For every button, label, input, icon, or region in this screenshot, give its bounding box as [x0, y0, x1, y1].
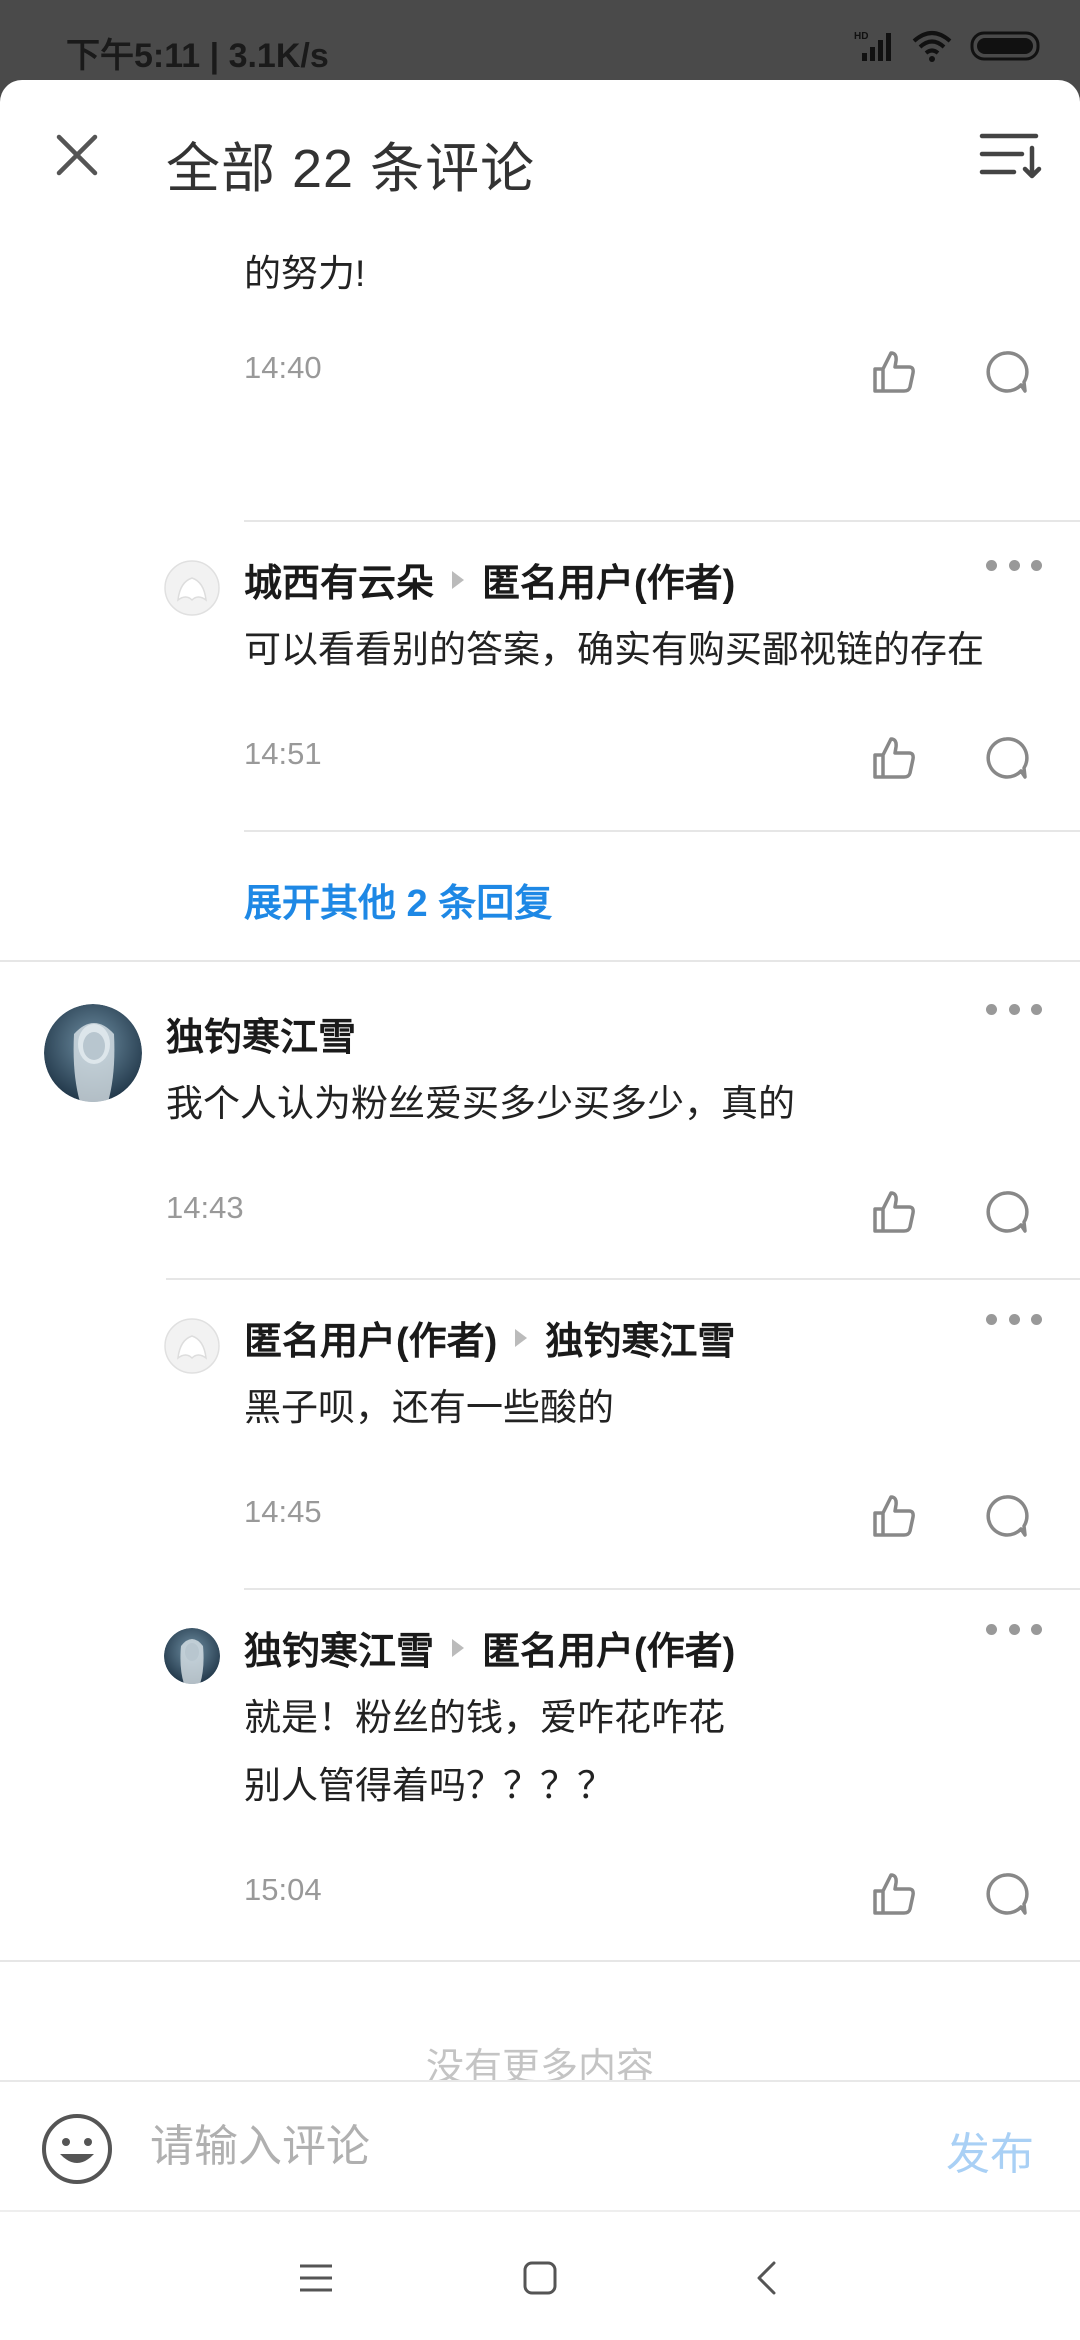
like-button[interactable] [866, 1866, 922, 1922]
author-name[interactable]: 匿名用户(作者) [244, 1310, 497, 1365]
reply-button[interactable] [978, 344, 1034, 400]
publish-button[interactable]: 发布 [946, 2118, 1034, 2182]
section-divider [0, 960, 1080, 962]
like-button[interactable] [866, 1184, 922, 1240]
comments-sheet: 全部 22 条评论 的努力! 14:40 城西有云朵 匿名用户(作者) 可以看看… [0, 80, 1080, 2340]
more-button[interactable] [986, 1614, 1042, 1644]
reply-to-name[interactable]: 匿名用户(作者) [482, 1620, 735, 1675]
author-name[interactable]: 城西有云朵 [244, 552, 434, 607]
comment-bubble-icon [986, 351, 1029, 393]
divider [244, 520, 1080, 522]
svg-text:HD: HD [854, 31, 868, 42]
comment-text: 的努力! [244, 253, 366, 294]
back-chevron-icon [757, 2261, 776, 2295]
status-icons: HD [854, 26, 1044, 66]
page-title: 全部 22 条评论 [166, 139, 536, 199]
back-button[interactable] [736, 2248, 796, 2308]
reply-button[interactable] [978, 1184, 1034, 1240]
thumbs-up-icon [873, 351, 915, 393]
comment-author: 匿名用户(作者) 独钓寒江雪 [244, 1310, 735, 1365]
more-button[interactable] [986, 994, 1042, 1024]
status-bar: 下午5:11 | 3.1K/s HD [0, 0, 1080, 80]
battery-icon [970, 31, 1040, 61]
comment-time: 14:43 [166, 1190, 244, 1225]
reply-arrow-icon [452, 570, 465, 589]
sheet-header: 全部 22 条评论 [0, 80, 1080, 230]
system-nav-bar [0, 2210, 1080, 2340]
section-divider [0, 1960, 1080, 1962]
comment-bubble-icon [986, 737, 1029, 779]
thumbs-up-icon [873, 737, 915, 779]
reply-button[interactable] [978, 1866, 1034, 1922]
sort-icon [979, 133, 1042, 179]
home-button[interactable] [510, 2248, 570, 2308]
thumbs-up-icon [873, 1873, 915, 1915]
comment-text: 黑子呗，还有一些酸的 [244, 1387, 614, 1428]
reply-arrow-icon [452, 1638, 465, 1657]
comment-bubble-icon [986, 1495, 1029, 1537]
status-time: 下午5:11 | 3.1K/s [66, 37, 329, 75]
comment-author: 独钓寒江雪 匿名用户(作者) [244, 1620, 735, 1675]
comment-text-line: 就是！粉丝的钱，爱咋花咋花 [244, 1697, 725, 1738]
user-avatar-icon [164, 1628, 220, 1684]
comment-text: 可以看看别的答案，确实有购买鄙视链的存在 [244, 629, 984, 670]
comment-bubble-icon [986, 1191, 1029, 1233]
comment-time: 14:40 [244, 350, 322, 385]
menu-icon [300, 2264, 332, 2292]
user-avatar-icon [44, 1004, 142, 1102]
comment-author: 独钓寒江雪 [166, 1006, 356, 1061]
avatar[interactable] [44, 1004, 142, 1102]
reply-button[interactable] [978, 1488, 1034, 1544]
expand-replies-link[interactable]: 展开其他 2 条回复 [244, 872, 552, 927]
emoji-icon [42, 2114, 112, 2184]
close-button[interactable] [50, 128, 104, 182]
author-name[interactable]: 独钓寒江雪 [244, 1620, 434, 1675]
anonymous-avatar-icon [164, 1318, 220, 1374]
like-button[interactable] [866, 344, 922, 400]
divider [166, 1278, 1080, 1280]
divider [244, 1588, 1080, 1590]
comment-author: 城西有云朵 匿名用户(作者) [244, 552, 735, 607]
like-button[interactable] [866, 730, 922, 786]
author-name[interactable]: 独钓寒江雪 [166, 1006, 356, 1061]
comment-input-bar: 发布 [0, 2080, 1080, 2210]
signal-icon: HD [854, 31, 891, 61]
thumbs-up-icon [873, 1191, 915, 1233]
reply-button[interactable] [978, 730, 1034, 786]
comment-text: 我个人认为粉丝爱买多少买多少，真的 [166, 1083, 795, 1124]
comments-list[interactable]: 的努力! 14:40 城西有云朵 匿名用户(作者) 可以看看别的答案，确实有购买… [0, 230, 1080, 2160]
like-button[interactable] [866, 1488, 922, 1544]
avatar[interactable] [164, 1628, 220, 1684]
more-button[interactable] [986, 550, 1042, 580]
avatar[interactable] [164, 1318, 220, 1374]
comment-time: 14:45 [244, 1494, 322, 1529]
reply-arrow-icon [515, 1328, 528, 1347]
more-button[interactable] [986, 1304, 1042, 1334]
home-square-icon [523, 2261, 557, 2295]
reply-to-name[interactable]: 匿名用户(作者) [482, 552, 735, 607]
comment-input[interactable] [150, 2110, 910, 2184]
emoji-button[interactable] [40, 2112, 114, 2186]
sort-button[interactable] [978, 126, 1042, 186]
close-icon [56, 134, 98, 176]
comment-time: 14:51 [244, 736, 322, 771]
comment-bubble-icon [986, 1873, 1029, 1915]
thumbs-up-icon [873, 1495, 915, 1537]
anonymous-avatar-icon [164, 560, 220, 616]
wifi-icon [912, 31, 952, 62]
avatar[interactable] [164, 560, 220, 616]
comment-time: 15:04 [244, 1872, 322, 1907]
divider [244, 830, 1080, 832]
reply-to-name[interactable]: 独钓寒江雪 [545, 1310, 735, 1365]
comment-text-line: 别人管得着吗？？？？ [244, 1765, 614, 1806]
menu-button[interactable] [286, 2248, 346, 2308]
